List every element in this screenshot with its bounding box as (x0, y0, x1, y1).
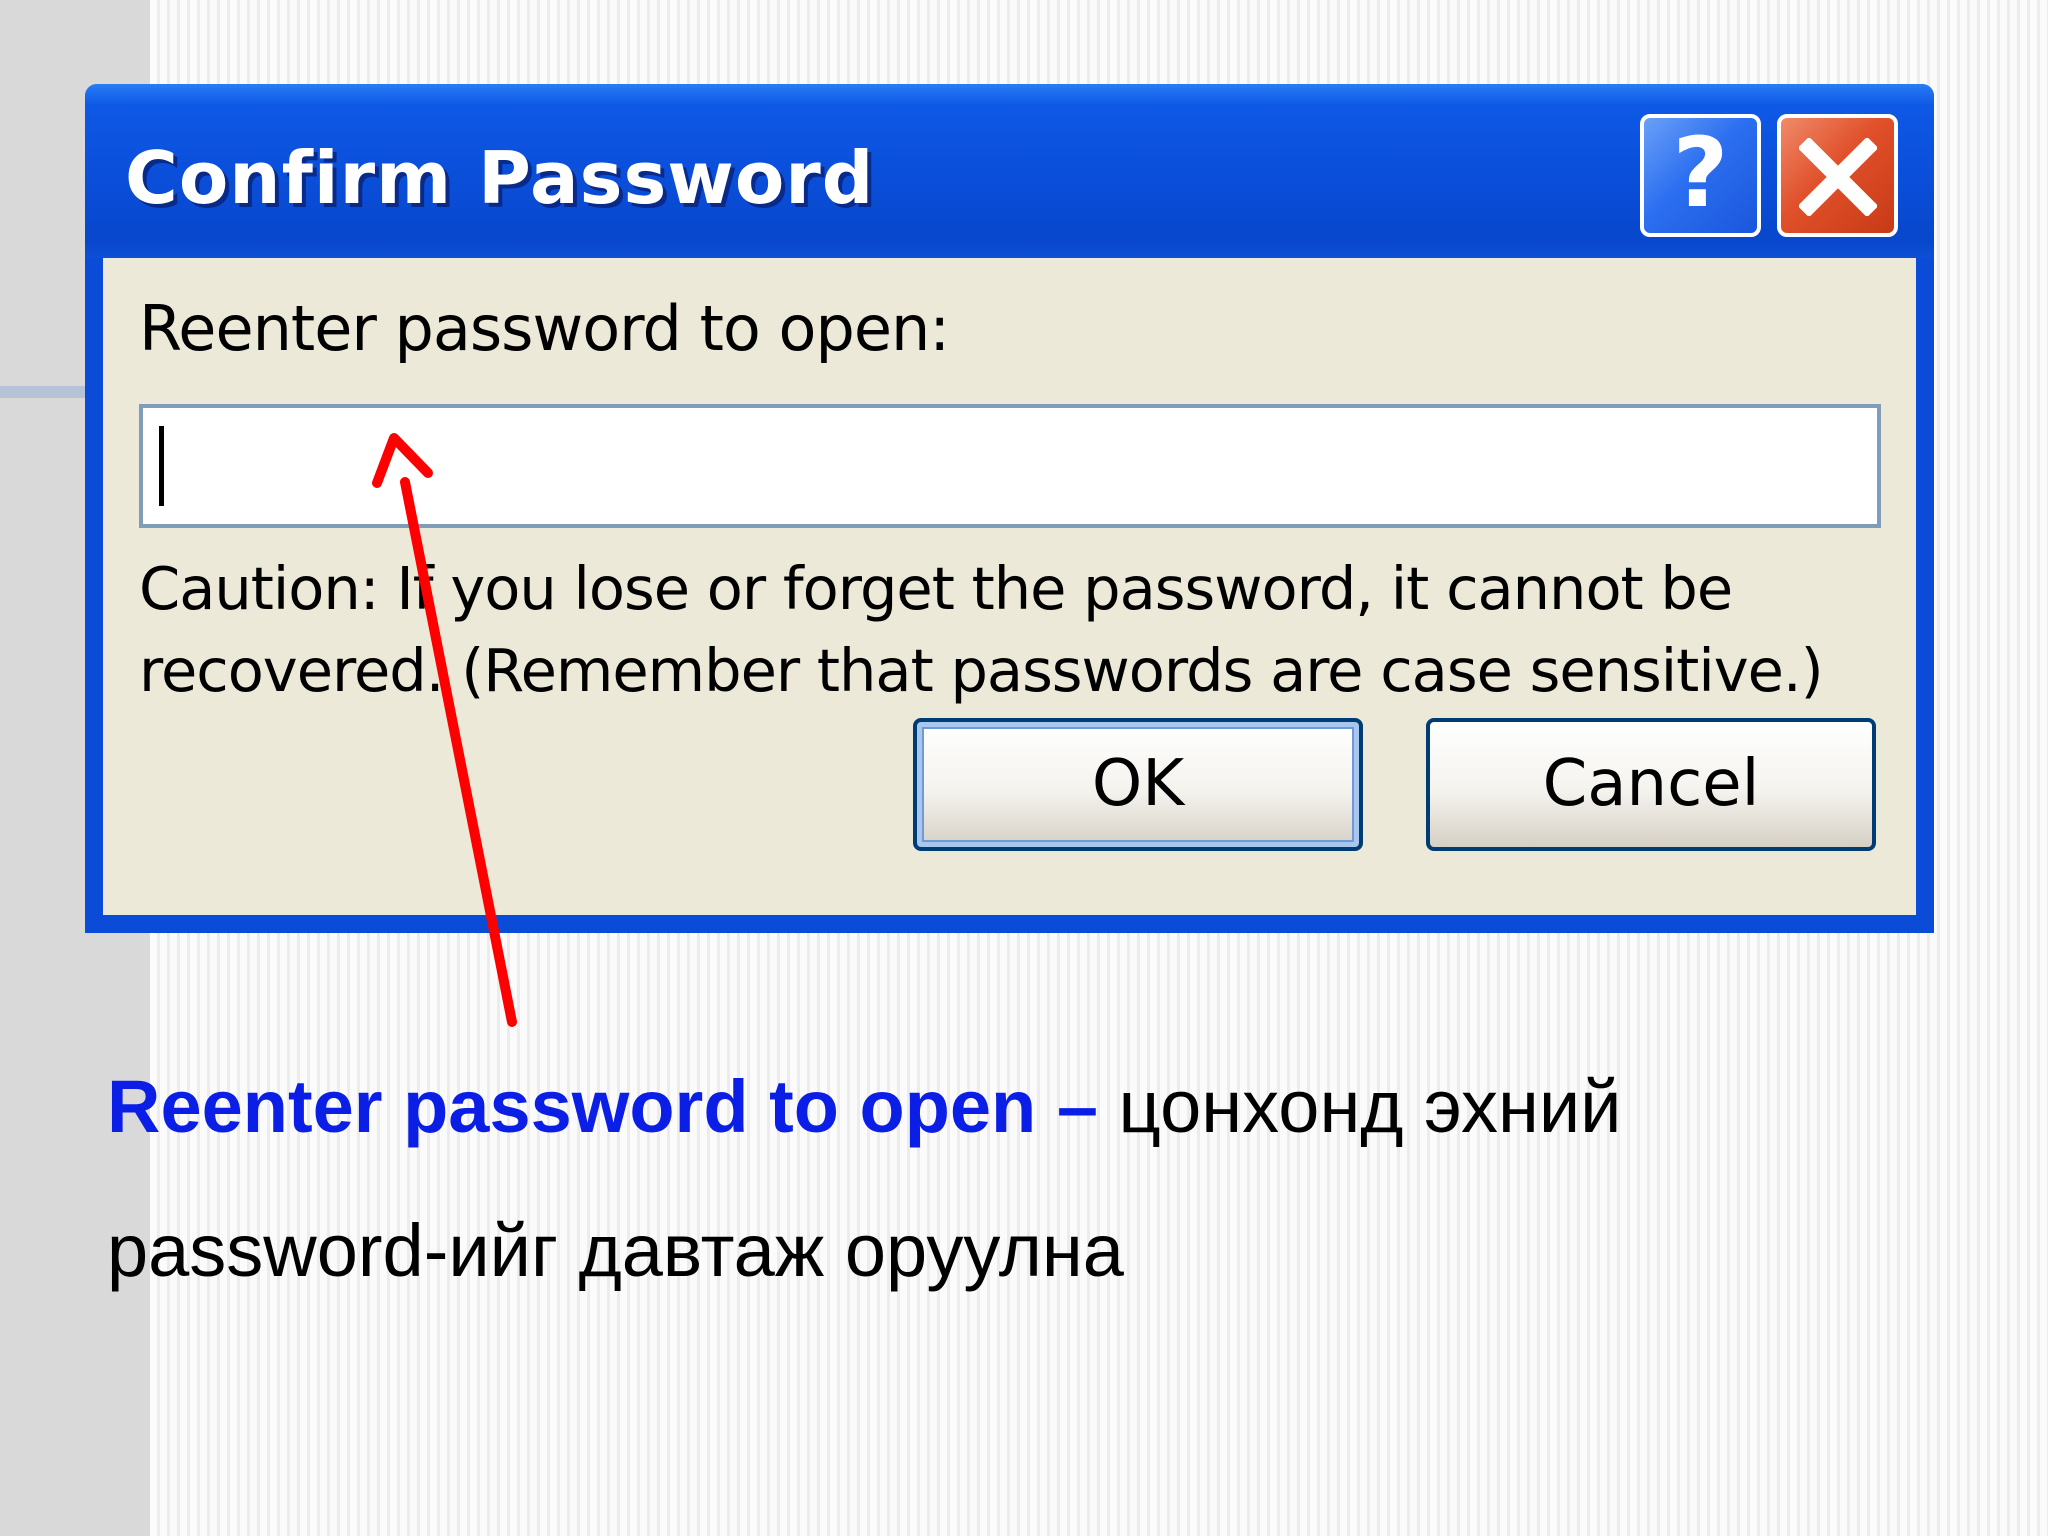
question-mark-icon: ? (1672, 117, 1729, 229)
dialog-client-area: Reenter password to open: Caution: If yo… (103, 258, 1916, 915)
text-caret (159, 426, 164, 506)
reenter-password-label: Reenter password to open: (139, 292, 950, 365)
caption-term: Reenter password to open – (107, 1065, 1098, 1148)
close-button[interactable] (1777, 114, 1898, 237)
close-x-icon (1798, 138, 1877, 216)
explanation-caption: Reenter password to open – цонхонд эхний… (107, 1035, 1967, 1323)
dialog-titlebar[interactable]: Confirm Password ? (85, 84, 1934, 258)
cancel-button[interactable]: Cancel (1426, 718, 1876, 851)
ok-button[interactable]: OK (913, 718, 1363, 851)
dialog-title: Confirm Password (125, 136, 875, 220)
password-field[interactable] (139, 404, 1881, 528)
confirm-password-dialog: Confirm Password ? Reenter password to o… (85, 84, 1934, 933)
help-button[interactable]: ? (1640, 114, 1761, 237)
caution-message: Caution: If you lose or forget the passw… (139, 554, 1824, 705)
